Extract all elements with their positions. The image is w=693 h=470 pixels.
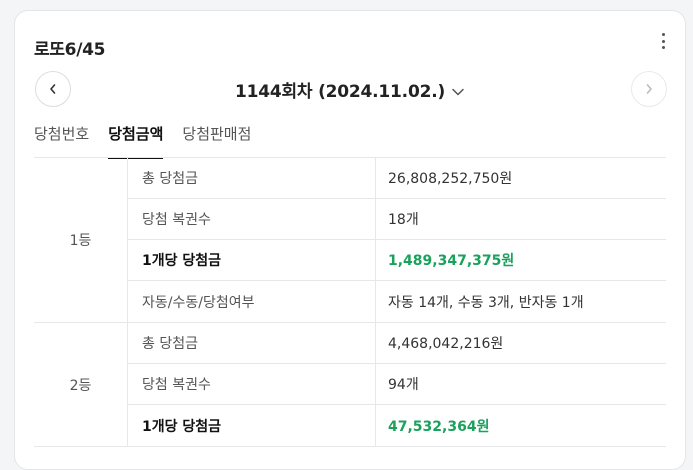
table-row: 자동/수동/당첨여부 자동 14개, 수동 3개, 반자동 1개 [128,281,666,322]
chevron-down-icon [452,88,464,96]
tab-winning-numbers[interactable]: 당첨번호 [34,123,89,159]
row-label: 자동/수동/당첨여부 [128,281,376,322]
rank-group-2: 2등 총 당첨금 4,468,042,216원 당첨 복권수 94개 1개당 당… [34,323,666,447]
rank-group-1: 1등 총 당첨금 26,808,252,750원 당첨 복권수 18개 1개당 … [34,158,666,323]
prize-per-ticket-value: 47,532,364원 [388,418,490,435]
rank-label: 2등 [34,323,128,446]
lotto-widget-card: 로또6/45 1144회차 (2024.11.02.) 당첨번호 당첨금액 당첨… [14,10,686,470]
row-value: 4,468,042,216원 [388,336,504,352]
table-row: 총 당첨금 26,808,252,750원 [128,158,666,199]
row-value: 자동 14개, 수동 3개, 반자동 1개 [388,294,584,311]
more-options-icon[interactable] [657,33,669,49]
row-label: 1개당 당첨금 [128,405,376,446]
row-value: 18개 [388,212,419,228]
round-selector[interactable]: 1144회차 (2024.11.02.) [15,77,685,102]
row-value: 94개 [388,377,419,393]
table-row: 1개당 당첨금 1,489,347,375원 [128,240,666,281]
prize-per-ticket-value: 1,489,347,375원 [388,253,515,269]
row-label: 당첨 복권수 [128,364,376,404]
row-label: 당첨 복권수 [128,199,376,239]
tab-bar: 당첨번호 당첨금액 당첨판매점 [34,123,270,159]
round-label: 1144회차 (2024.11.02.) [234,82,446,102]
row-value: 26,808,252,750원 [388,171,513,187]
tab-winning-stores[interactable]: 당첨판매점 [182,123,251,159]
chevron-right-icon [646,84,652,94]
table-row: 당첨 복권수 18개 [128,199,666,240]
row-label: 총 당첨금 [128,323,376,363]
table-row: 당첨 복권수 94개 [128,364,666,405]
table-row: 1개당 당첨금 47,532,364원 [128,405,666,446]
row-label: 총 당첨금 [128,158,376,198]
table-row: 총 당첨금 4,468,042,216원 [128,323,666,364]
tab-prize-amount[interactable]: 당첨금액 [108,123,164,159]
row-label: 1개당 당첨금 [128,240,376,280]
widget-title: 로또6/45 [34,40,106,60]
rank-label: 1등 [34,158,128,322]
prize-table: 1등 총 당첨금 26,808,252,750원 당첨 복권수 18개 1개당 … [34,157,666,447]
next-round-button[interactable] [631,71,667,107]
